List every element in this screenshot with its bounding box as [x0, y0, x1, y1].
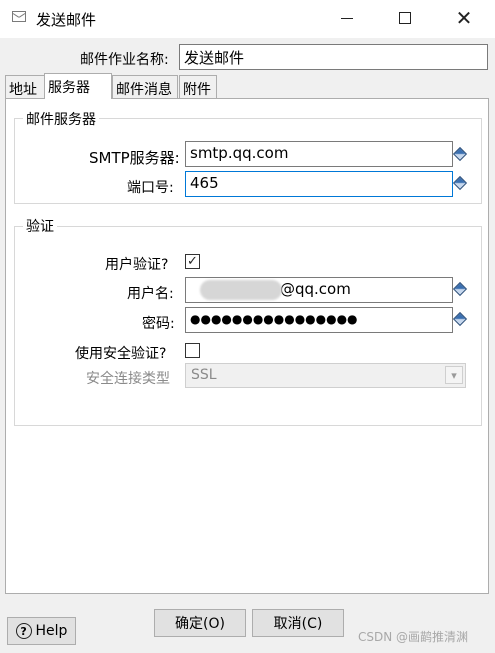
chevron-down-icon[interactable]: ▾ [445, 366, 463, 384]
cancel-button[interactable]: 取消(C) [252, 609, 344, 637]
check-icon: ✓ [187, 254, 198, 269]
minimize-button[interactable] [324, 0, 370, 36]
port-input[interactable]: 465 [185, 171, 453, 197]
window-title: 发送邮件 [36, 11, 97, 29]
tab-attachments[interactable]: 附件 [179, 75, 217, 98]
server-group-title: 邮件服务器 [23, 109, 99, 129]
tab-server[interactable]: 服务器 [44, 73, 112, 99]
minimize-icon [341, 17, 353, 19]
username-label: 用户名: [127, 286, 174, 302]
use-auth-checkbox[interactable]: ✓ [185, 254, 200, 269]
close-icon: ✕ [455, 6, 473, 30]
password-input[interactable]: ●●●●●●●●●●●●●●●● [185, 307, 453, 333]
secure-auth-checkbox[interactable] [185, 343, 200, 358]
ok-button[interactable]: 确定(O) [154, 609, 246, 637]
help-label: Help [35, 623, 68, 639]
tab-address[interactable]: 地址 [5, 75, 45, 98]
secure-type-label: 安全连接类型 [86, 371, 170, 387]
smtp-label: SMTP服务器: [89, 149, 180, 167]
maximize-icon [399, 12, 411, 24]
watermark: CSDN @画鹋推清渊 [358, 630, 469, 644]
job-name-label: 邮件作业名称: [80, 52, 169, 68]
smtp-server-input[interactable]: smtp.qq.com [185, 141, 453, 167]
use-auth-label: 用户验证? [105, 257, 169, 273]
job-name-input[interactable]: 发送邮件 [179, 44, 488, 70]
secure-type-select[interactable]: SSL [185, 363, 466, 388]
redacted-username-blur [200, 280, 282, 300]
help-button[interactable]: ? Help [7, 617, 76, 645]
password-label: 密码: [142, 316, 175, 332]
port-label: 端口号: [127, 180, 174, 196]
secure-auth-label: 使用安全验证? [75, 346, 167, 362]
close-button[interactable]: ✕ [441, 0, 487, 36]
auth-group-title: 验证 [23, 216, 57, 236]
help-icon: ? [15, 623, 32, 639]
secure-type-value: SSL [191, 367, 217, 383]
maximize-button[interactable] [382, 0, 428, 36]
tab-mail-message[interactable]: 邮件消息 [112, 75, 178, 98]
mail-icon [12, 11, 26, 22]
